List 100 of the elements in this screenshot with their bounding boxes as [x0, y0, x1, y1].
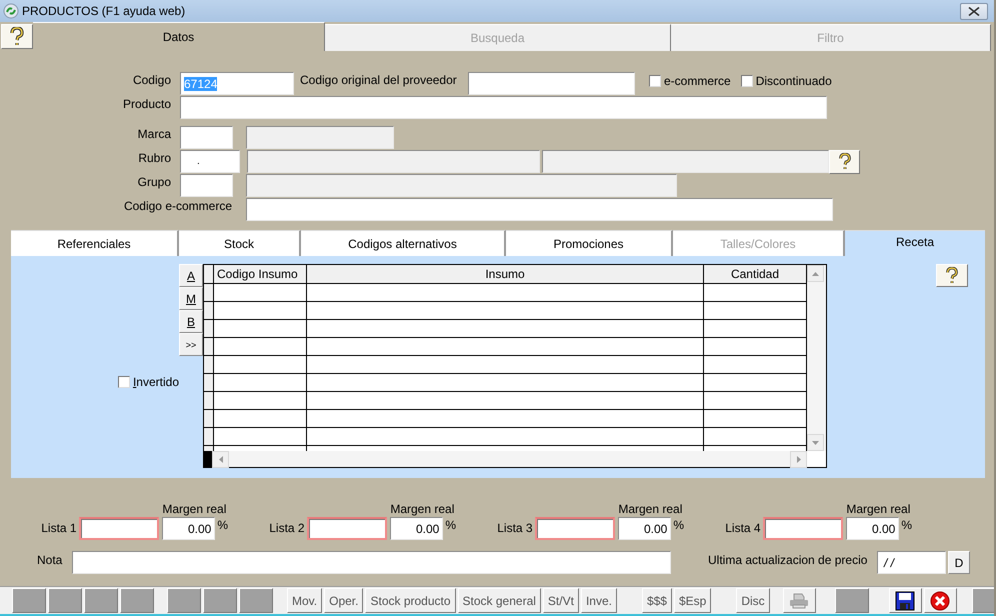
tab[interactable]: Datos — [33, 22, 325, 51]
unit-label: % — [673, 518, 684, 534]
scroll-right-button[interactable] — [790, 451, 807, 468]
toolbar-button[interactable] — [120, 588, 154, 613]
row-selector[interactable] — [204, 320, 214, 337]
margin-field[interactable]: 0.00 — [618, 517, 672, 540]
left-arrow-icon — [218, 456, 222, 463]
input-field[interactable]: . — [180, 150, 240, 173]
field-label: Margen real — [162, 502, 226, 517]
toolbar-button[interactable]: $$$ — [642, 588, 672, 613]
toolbar-button[interactable]: Stock general — [458, 588, 541, 613]
field-label: Margen real — [846, 502, 910, 517]
toolbar-button[interactable] — [84, 588, 118, 613]
column-header: Insumo — [307, 265, 704, 283]
help-button[interactable] — [936, 264, 968, 287]
unit-label: % — [445, 518, 456, 534]
printer-icon[interactable] — [782, 588, 816, 613]
tab[interactable]: Stock — [179, 230, 301, 256]
input-field[interactable] — [180, 96, 827, 119]
date-button[interactable]: D — [948, 551, 970, 574]
table-row[interactable] — [204, 302, 807, 320]
tab[interactable]: Codigos alternativos — [301, 230, 506, 256]
toolbar-button[interactable]: $Esp — [674, 588, 712, 613]
margin-field[interactable]: 0.00 — [162, 517, 216, 540]
table-row[interactable] — [204, 374, 807, 392]
scroll-down-button[interactable] — [807, 434, 824, 451]
tab[interactable]: Receta — [845, 230, 985, 256]
row-selector[interactable] — [204, 428, 214, 445]
app-logo-icon — [3, 3, 19, 19]
toolbar-button[interactable] — [203, 588, 237, 613]
row-selector[interactable] — [204, 338, 214, 355]
vertical-scrollbar[interactable] — [807, 265, 826, 451]
help-button[interactable] — [829, 150, 860, 174]
right-arrow-icon — [796, 456, 800, 463]
input-field[interactable] — [180, 174, 233, 197]
date-field[interactable]: / / — [877, 551, 946, 574]
row-selector[interactable] — [204, 356, 214, 373]
row-selector[interactable] — [204, 392, 214, 409]
margin-field[interactable]: 0.00 — [390, 517, 444, 540]
save-icon[interactable] — [888, 588, 922, 613]
field-label: Lista 4 — [724, 521, 762, 537]
table-row[interactable] — [204, 410, 807, 428]
unit-label: % — [901, 518, 912, 534]
help-icon — [838, 153, 852, 171]
action-button[interactable]: M — [179, 287, 203, 310]
table-row[interactable] — [204, 392, 807, 410]
table-row[interactable] — [204, 338, 807, 356]
tab[interactable]: Referenciales — [11, 230, 179, 256]
price-field[interactable] — [762, 517, 844, 540]
table-row[interactable] — [204, 428, 807, 446]
cancel-icon[interactable] — [924, 588, 957, 613]
toolbar-button[interactable]: Mov. — [287, 588, 322, 613]
price-field[interactable] — [534, 517, 616, 540]
toolbar-button[interactable] — [48, 588, 82, 613]
field-label: Rubro — [137, 150, 172, 165]
toolbar-button[interactable] — [12, 588, 46, 613]
field-label: Margen real — [618, 502, 682, 517]
field-label: Marca — [136, 126, 172, 141]
checkbox-label: Invertido — [132, 375, 179, 389]
toolbar-button[interactable]: St/Vt — [542, 588, 579, 613]
table-row[interactable] — [204, 284, 807, 302]
toolbar-button[interactable] — [834, 588, 869, 613]
input-field[interactable] — [72, 551, 671, 574]
action-button[interactable]: >> — [179, 333, 203, 356]
table-row[interactable] — [204, 320, 807, 338]
horizontal-scrollbar[interactable] — [204, 451, 807, 467]
price-field[interactable] — [78, 517, 160, 540]
row-selector[interactable] — [204, 410, 214, 427]
help-button[interactable] — [1, 24, 33, 49]
action-button[interactable]: A — [179, 264, 203, 287]
toolbar-button[interactable]: Disc — [736, 588, 770, 613]
field-label: Codigo e-commerce — [122, 198, 233, 213]
action-button[interactable]: B — [179, 310, 203, 333]
checkbox-label: e-commerce — [664, 74, 731, 88]
table-row[interactable] — [204, 356, 807, 374]
checkbox[interactable] — [740, 75, 753, 87]
field-label: Codigo original del proveedor — [300, 72, 458, 87]
toolbar-button[interactable]: Oper. — [324, 588, 364, 613]
tab[interactable]: Promociones — [506, 230, 673, 256]
row-selector[interactable] — [204, 302, 214, 319]
toolbar-button[interactable]: Inve. — [580, 588, 617, 613]
row-selector[interactable] — [204, 284, 214, 301]
input-field[interactable] — [468, 72, 635, 95]
price-field[interactable] — [306, 517, 388, 540]
scroll-up-button[interactable] — [807, 265, 824, 282]
checkbox[interactable] — [118, 376, 130, 388]
margin-field[interactable]: 0.00 — [846, 517, 900, 540]
checkbox[interactable] — [649, 75, 661, 87]
field-label: Grupo — [136, 174, 172, 189]
toolbar-button[interactable]: Stock producto — [365, 588, 456, 613]
toolbar-button[interactable] — [167, 588, 201, 613]
close-icon — [968, 6, 980, 16]
close-button[interactable] — [960, 2, 988, 20]
input-field[interactable] — [246, 198, 833, 221]
down-arrow-icon — [812, 440, 819, 444]
input-field[interactable] — [180, 126, 233, 149]
help-icon — [9, 26, 25, 46]
toolbar-button[interactable] — [239, 588, 273, 613]
field-label: Lista 1 — [40, 521, 78, 537]
row-selector[interactable] — [204, 374, 214, 391]
